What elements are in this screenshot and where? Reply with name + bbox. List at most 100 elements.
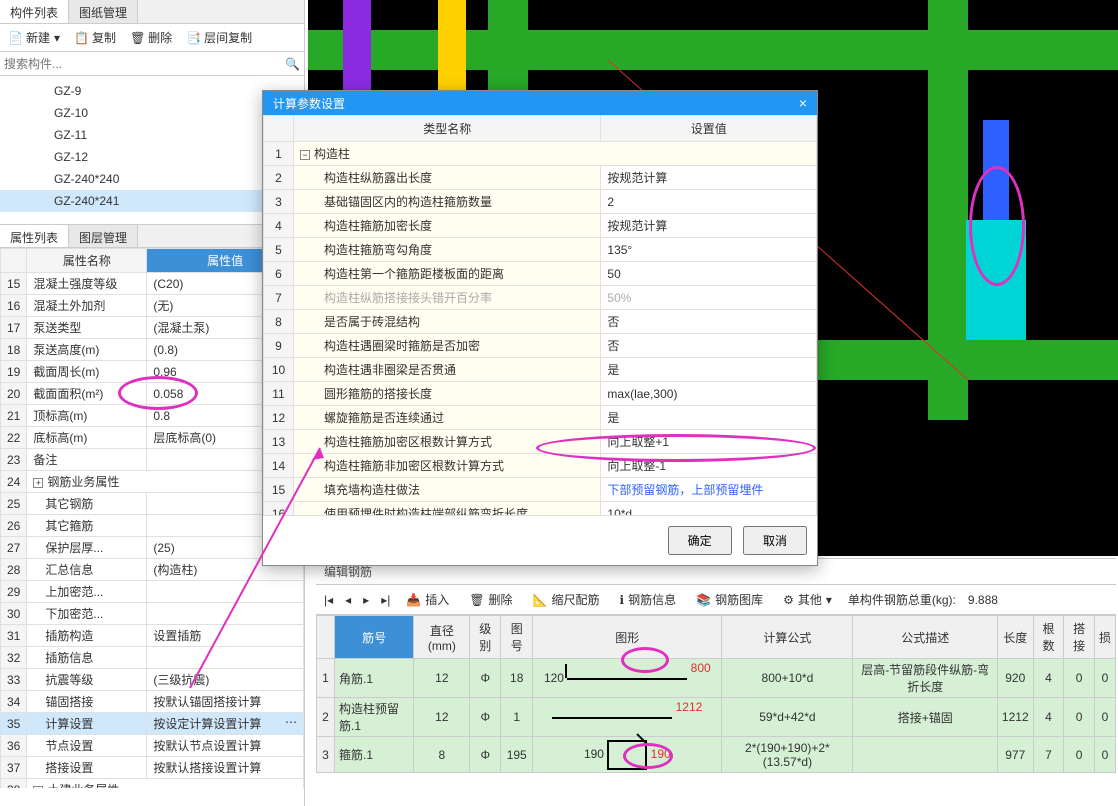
rebar-row[interactable]: 1角筋.112Φ18120 800800+10*d层高-节留筋段件纵筋-弯折长度… bbox=[317, 659, 1116, 698]
tab-properties[interactable]: 属性列表 bbox=[0, 225, 69, 247]
param-head-type: 类型名称 bbox=[294, 116, 601, 142]
property-row[interactable]: 25 其它钢筋 bbox=[1, 493, 304, 515]
nav-last[interactable]: ▸| bbox=[381, 593, 390, 607]
property-row[interactable]: 31 插筋构造设置插筋 bbox=[1, 625, 304, 647]
rebar-col-head: 长度 bbox=[997, 616, 1033, 659]
ok-button[interactable]: 确定 bbox=[668, 526, 732, 555]
param-row[interactable]: 12 螺旋箍筋是否连续通过是 bbox=[264, 406, 817, 430]
new-button[interactable]: 📄新建 ▾ bbox=[4, 27, 64, 48]
property-row[interactable]: 15混凝土强度等级(C20) bbox=[1, 273, 304, 295]
tree-item[interactable]: GZ-10 bbox=[0, 102, 304, 124]
rebar-toolbar: |◂ ◂ ▸ ▸| 📥 插入 🗑 删除 📐 缩尺配筋 ℹ 钢筋信息 📚 钢筋图库… bbox=[316, 585, 1116, 615]
param-row[interactable]: 9 构造柱遇圈梁时箍筋是否加密否 bbox=[264, 334, 817, 358]
param-row[interactable]: 3 基础锚固区内的构造柱箍筋数量2 bbox=[264, 190, 817, 214]
property-row[interactable]: 28 汇总信息(构造柱) bbox=[1, 559, 304, 581]
property-row[interactable]: 27 保护层厚...(25) bbox=[1, 537, 304, 559]
property-row[interactable]: 35 计算设置按设定计算设置计算 ⋯ bbox=[1, 713, 304, 735]
rebar-col-head: 根数 bbox=[1033, 616, 1064, 659]
param-group: 构造柱 bbox=[314, 147, 350, 161]
param-row[interactable]: 14 构造柱箍筋非加密区根数计算方式向上取整-1 bbox=[264, 454, 817, 478]
tab-components[interactable]: 构件列表 bbox=[0, 0, 69, 23]
left-tabs: 构件列表 图纸管理 bbox=[0, 0, 304, 24]
search-input[interactable] bbox=[4, 57, 285, 71]
tree-item[interactable]: GZ-240*241 bbox=[0, 190, 304, 212]
property-row[interactable]: 37 搭接设置按默认搭接设置计算 bbox=[1, 757, 304, 779]
property-row[interactable]: 32 插筋信息 bbox=[1, 647, 304, 669]
search-icon[interactable]: 🔍 bbox=[285, 57, 300, 71]
property-row[interactable]: 21顶标高(m)0.8 bbox=[1, 405, 304, 427]
copy-button[interactable]: 📋复制 bbox=[70, 27, 120, 48]
expand-icon[interactable]: + bbox=[33, 786, 43, 788]
layer-copy-button[interactable]: 📑层间复制 bbox=[182, 27, 256, 48]
param-row[interactable]: 13 构造柱箍筋加密区根数计算方式向上取整+1 bbox=[264, 430, 817, 454]
property-row[interactable]: 33 抗震等级(三级抗震) bbox=[1, 669, 304, 691]
param-row[interactable]: 7 构造柱纵筋搭接接头错开百分率50% bbox=[264, 286, 817, 310]
property-row[interactable]: 29 上加密范... bbox=[1, 581, 304, 603]
tree-item[interactable]: GZ-9 bbox=[0, 80, 304, 102]
info-button[interactable]: ℹ 钢筋信息 bbox=[616, 589, 681, 610]
rebar-row[interactable]: 2构造柱预留筋.112Φ1 121259*d+42*d搭接+锚固1212400 bbox=[317, 698, 1116, 737]
rebar-delete-button[interactable]: 🗑 删除 bbox=[465, 589, 516, 610]
property-table: 属性名称 属性值 15混凝土强度等级(C20)16混凝土外加剂(无)17泵送类型… bbox=[0, 248, 304, 788]
property-row[interactable]: 36 节点设置按默认节点设置计算 bbox=[1, 735, 304, 757]
expand-icon[interactable]: + bbox=[33, 478, 43, 488]
delete-icon: 🗑 bbox=[130, 31, 144, 45]
param-row[interactable]: 2 构造柱纵筋露出长度按规范计算 bbox=[264, 166, 817, 190]
tab-layers[interactable]: 图层管理 bbox=[69, 225, 138, 247]
component-tree: GZ-9GZ-10GZ-11GZ-12GZ-240*240GZ-240*241 bbox=[0, 76, 304, 216]
other-button[interactable]: ⚙ 其他 ▾ bbox=[779, 589, 836, 610]
param-head-value: 设置值 bbox=[601, 116, 817, 142]
property-row[interactable]: 20截面面积(m²)0.058 bbox=[1, 383, 304, 405]
param-row[interactable]: 16 使用预埋件时构造柱端部纵筋弯折长度10*d bbox=[264, 502, 817, 516]
property-row[interactable]: 38+土建业务属性 bbox=[1, 779, 304, 789]
calc-param-dialog: 计算参数设置 × 类型名称 设置值 1−构造柱 2 构造柱纵筋露出长度按规范计算… bbox=[262, 90, 818, 566]
rebar-table: 筋号直径(mm)级别图号图形计算公式公式描述长度根数搭接损 1角筋.112Φ18… bbox=[316, 615, 1116, 773]
param-row[interactable]: 8 是否属于砖混结构否 bbox=[264, 310, 817, 334]
insert-button[interactable]: 📥 插入 bbox=[402, 589, 453, 610]
tree-item[interactable]: GZ-240*240 bbox=[0, 168, 304, 190]
rebar-col-head: 直径(mm) bbox=[414, 616, 470, 659]
dialog-footer: 确定 取消 bbox=[263, 515, 817, 565]
property-row[interactable]: 26 其它箍筋 bbox=[1, 515, 304, 537]
param-row[interactable]: 4 构造柱箍筋加密长度按规范计算 bbox=[264, 214, 817, 238]
rebar-row[interactable]: 3箍筋.18Φ195190 1902*(190+190)+2*(13.57*d)… bbox=[317, 737, 1116, 773]
nav-next[interactable]: ▸ bbox=[363, 593, 369, 607]
param-row[interactable]: 11 圆形箍筋的搭接长度max(lae,300) bbox=[264, 382, 817, 406]
property-row[interactable]: 19截面周长(m)0.96 bbox=[1, 361, 304, 383]
scale-button[interactable]: 📐 缩尺配筋 bbox=[529, 589, 604, 610]
property-row[interactable]: 17泵送类型(混凝土泵) bbox=[1, 317, 304, 339]
search-row: 🔍 bbox=[0, 52, 304, 76]
property-row[interactable]: 16混凝土外加剂(无) bbox=[1, 295, 304, 317]
property-scroll[interactable]: 属性名称 属性值 15混凝土强度等级(C20)16混凝土外加剂(无)17泵送类型… bbox=[0, 248, 304, 788]
param-row[interactable]: 15 填充墙构造柱做法下部预留钢筋，上部预留埋件 bbox=[264, 478, 817, 502]
property-row[interactable]: 18泵送高度(m)(0.8) bbox=[1, 339, 304, 361]
tree-item[interactable]: GZ-12 bbox=[0, 146, 304, 168]
param-row[interactable]: 6 构造柱第一个箍筋距楼板面的距离50 bbox=[264, 262, 817, 286]
lib-button[interactable]: 📚 钢筋图库 bbox=[692, 589, 767, 610]
property-row[interactable]: 22底标高(m)层底标高(0) bbox=[1, 427, 304, 449]
dialog-title: 计算参数设置 bbox=[273, 95, 345, 112]
layer-copy-icon: 📑 bbox=[186, 31, 200, 45]
param-row[interactable]: 10 构造柱遇非圈梁是否贯通是 bbox=[264, 358, 817, 382]
dialog-body[interactable]: 类型名称 设置值 1−构造柱 2 构造柱纵筋露出长度按规范计算3 基础锚固区内的… bbox=[263, 115, 817, 515]
property-row[interactable]: 30 下加密范... bbox=[1, 603, 304, 625]
tree-item[interactable]: GZ-11 bbox=[0, 124, 304, 146]
total-value: 9.888 bbox=[968, 593, 998, 607]
property-row[interactable]: 23备注 bbox=[1, 449, 304, 471]
plus-icon: 📄 bbox=[8, 31, 22, 45]
param-row[interactable]: 5 构造柱箍筋弯勾角度135° bbox=[264, 238, 817, 262]
property-row[interactable]: 34 锚固搭接按默认锚固搭接计算 bbox=[1, 691, 304, 713]
delete-button[interactable]: 🗑删除 bbox=[126, 27, 176, 48]
collapse-icon[interactable]: − bbox=[300, 150, 310, 160]
nav-first[interactable]: |◂ bbox=[324, 593, 333, 607]
copy-icon: 📋 bbox=[74, 31, 88, 45]
property-row[interactable]: 24+钢筋业务属性 bbox=[1, 471, 304, 493]
cancel-button[interactable]: 取消 bbox=[743, 526, 807, 555]
tab-drawings[interactable]: 图纸管理 bbox=[69, 0, 138, 23]
nav-prev[interactable]: ◂ bbox=[345, 593, 351, 607]
component-toolbar: 📄新建 ▾ 📋复制 🗑删除 📑层间复制 bbox=[0, 24, 304, 52]
total-label: 单构件钢筋总重(kg): bbox=[848, 591, 956, 608]
close-icon[interactable]: × bbox=[799, 95, 807, 111]
rebar-col-head: 损 bbox=[1094, 616, 1115, 659]
dialog-title-bar[interactable]: 计算参数设置 × bbox=[263, 91, 817, 115]
